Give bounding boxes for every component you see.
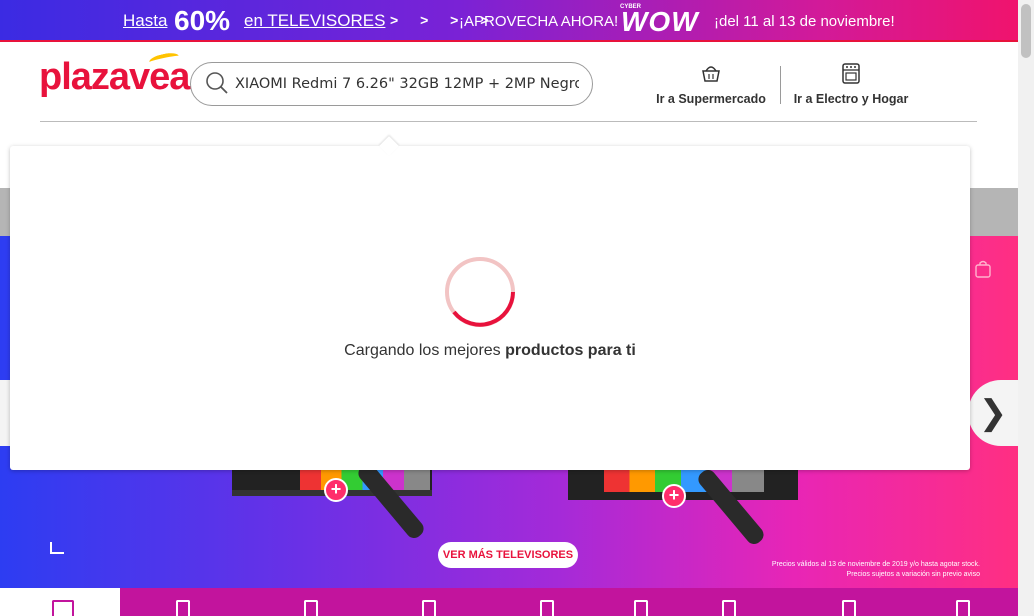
nav-supermercado[interactable]: Ir a Supermercado <box>652 62 770 106</box>
nav-electro-hogar[interactable]: Ir a Electro y Hogar <box>790 62 912 106</box>
blender-icon[interactable] <box>842 600 856 616</box>
promo-percent: 60% <box>174 5 231 36</box>
promo-cta: ¡APROVECHA AHORA! <box>459 13 619 30</box>
dropdown-caret <box>379 136 399 156</box>
stove-icon[interactable] <box>722 600 736 616</box>
nav-divider <box>780 66 781 104</box>
loading-message: Cargando los mejores productos para ti <box>10 342 970 360</box>
ver-mas-televisores-button[interactable]: VER MÁS TELEVISORES <box>438 542 578 568</box>
plus-icon: + <box>324 478 348 502</box>
loading-text-regular: Cargando los mejores <box>344 342 501 359</box>
washer-icon[interactable] <box>304 600 318 616</box>
promo-hasta[interactable]: Hasta <box>123 11 167 31</box>
legal-line-1: Precios válidos al 13 de noviembre de 20… <box>771 561 980 568</box>
phone-icon[interactable] <box>422 600 436 616</box>
legal-line-2: Precios sujetos a variación sin previo a… <box>846 571 980 578</box>
nav-electro-label: Ir a Electro y Hogar <box>793 92 909 106</box>
search-results-dropdown: Cargando los mejores productos para ti <box>10 136 970 470</box>
loading-text-bold: productos para ti <box>505 342 636 359</box>
fridge-icon[interactable] <box>176 600 190 616</box>
header-divider <box>40 121 977 122</box>
page-scrollbar[interactable] <box>1018 0 1034 616</box>
cyber-wow-logo: WOW <box>621 6 699 37</box>
scrollbar-thumb[interactable] <box>1021 4 1031 58</box>
gamepad-icon[interactable] <box>540 600 554 616</box>
promo-banner[interactable]: Hasta 60% en TELEVISORES > > > > ¡APROVE… <box>0 0 1018 42</box>
bag-icon[interactable] <box>974 260 992 278</box>
legal-text: Precios válidos al 13 de noviembre de 20… <box>710 560 980 580</box>
loading-spinner-icon <box>445 257 515 327</box>
search-icon[interactable] <box>205 71 229 95</box>
search-input[interactable] <box>235 72 579 96</box>
category-bar <box>0 588 1018 616</box>
chevron-right-icon: ❯ <box>978 394 1008 432</box>
stove-icon <box>842 63 860 84</box>
basket-icon <box>702 66 720 82</box>
promo-category-link[interactable]: en TELEVISORES <box>244 11 385 31</box>
corner-mark <box>50 542 64 554</box>
category-tab-active[interactable] <box>0 588 120 616</box>
furniture-icon[interactable] <box>956 600 970 616</box>
plus-icon: + <box>662 484 686 508</box>
nav-supermercado-label: Ir a Supermercado <box>656 92 766 106</box>
plazavea-logo[interactable]: plazavea <box>39 50 190 99</box>
category-icon <box>52 600 74 616</box>
promo-dates: ¡del 11 al 13 de noviembre! <box>714 13 895 30</box>
speaker-icon[interactable] <box>634 600 648 616</box>
search-box[interactable] <box>190 62 593 106</box>
